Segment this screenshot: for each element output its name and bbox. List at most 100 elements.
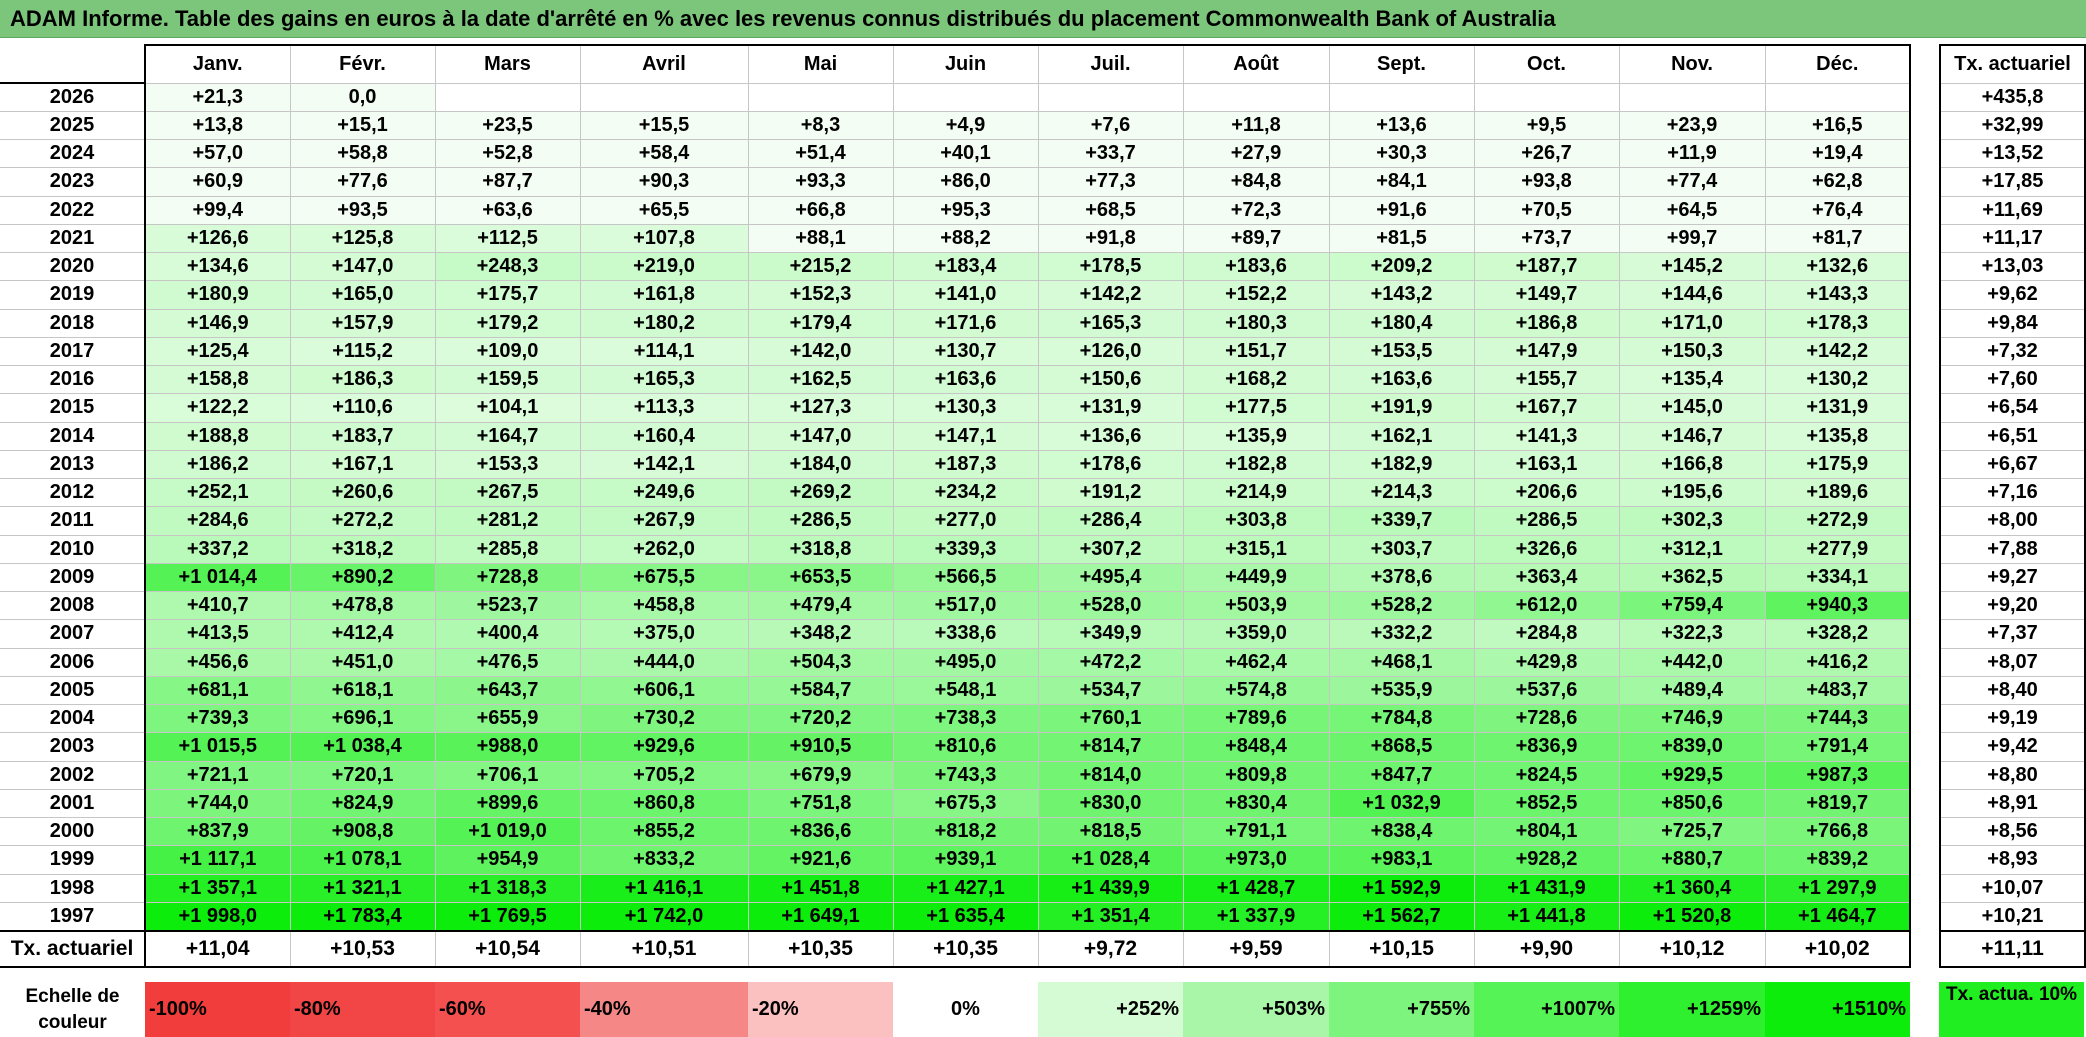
table-row: 2009 +1 014,4 +890,2 +728,8 +675,5 +653,5 +566… bbox=[0, 562, 1911, 593]
gain-cell: +153,5 bbox=[1328, 336, 1475, 367]
gain-cell: +1 357,1 bbox=[144, 873, 291, 903]
month-header: Avril bbox=[579, 44, 749, 84]
gain-cell: +836,9 bbox=[1473, 732, 1620, 762]
gain-cell: +706,1 bbox=[434, 760, 581, 790]
gain-cell: +126,0 bbox=[1037, 336, 1184, 367]
gain-cell: +730,2 bbox=[579, 703, 749, 734]
gain-cell: +988,0 bbox=[434, 732, 581, 762]
gain-cell: +163,1 bbox=[1473, 449, 1620, 480]
month-header: Janv. bbox=[144, 44, 291, 84]
gain-cell: +184,0 bbox=[747, 449, 894, 480]
table-row: 2011 +284,6 +272,2 +281,2 +267,9 +286,5 +277,0… bbox=[0, 506, 1911, 536]
actuarial-cell: +13,03 bbox=[1939, 251, 2086, 282]
total-cell: +10,12 bbox=[1618, 929, 1766, 968]
total-cell: +9,59 bbox=[1182, 929, 1330, 968]
gain-cell: +349,9 bbox=[1037, 619, 1184, 649]
gain-cell: +72,3 bbox=[1182, 195, 1330, 225]
gain-cell: +574,8 bbox=[1182, 675, 1330, 706]
gain-cell: +21,3 bbox=[144, 82, 291, 112]
gain-cell: +1 464,7 bbox=[1764, 901, 1911, 932]
gain-cell: +143,2 bbox=[1328, 280, 1475, 310]
actuarial-header-row: Tx. actuariel bbox=[1939, 44, 2086, 84]
actuarial-row: +8,40 bbox=[1939, 675, 2086, 706]
gain-cell: +8,3 bbox=[747, 110, 894, 141]
actuarial-total-cell: +11,11 bbox=[1939, 929, 2086, 968]
gain-cell: +126,6 bbox=[144, 223, 291, 254]
gain-cell bbox=[892, 82, 1039, 112]
actuarial-header: Tx. actuariel bbox=[1939, 44, 2086, 84]
actuarial-cell: +9,27 bbox=[1939, 562, 2086, 593]
gain-cell: +64,5 bbox=[1618, 195, 1766, 225]
actuarial-cell: +32,99 bbox=[1939, 110, 2086, 141]
gain-cell: +73,7 bbox=[1473, 223, 1620, 254]
gain-cell: +744,0 bbox=[144, 788, 291, 819]
gain-cell: +890,2 bbox=[289, 562, 436, 593]
gain-cell: +142,2 bbox=[1764, 336, 1911, 367]
gain-cell: +260,6 bbox=[289, 477, 436, 508]
table-row: 2017 +125,4 +115,2 +109,0 +114,1 +142,0 +130,7… bbox=[0, 336, 1911, 367]
gain-cell: +928,2 bbox=[1473, 845, 1620, 875]
gain-cell: +51,4 bbox=[747, 138, 894, 169]
gain-cell: +606,1 bbox=[579, 675, 749, 706]
gain-cell: +328,2 bbox=[1764, 619, 1911, 649]
actuarial-cell: +7,37 bbox=[1939, 619, 2086, 649]
gain-cell: +338,6 bbox=[892, 619, 1039, 649]
gain-cell: +1 360,4 bbox=[1618, 873, 1766, 903]
gain-cell: +186,3 bbox=[289, 364, 436, 395]
actuarial-cell: +10,21 bbox=[1939, 901, 2086, 932]
year-label: 2021 bbox=[0, 223, 146, 254]
month-header: Août bbox=[1182, 44, 1330, 84]
gain-cell: +472,2 bbox=[1037, 647, 1184, 677]
gain-cell: +179,4 bbox=[747, 308, 894, 338]
gain-cell: +833,2 bbox=[579, 845, 749, 875]
gain-cell: +114,1 bbox=[579, 336, 749, 367]
table-row: 2005 +681,1 +618,1 +643,7 +606,1 +584,7 +548,1… bbox=[0, 675, 1911, 706]
actuarial-cell: +9,84 bbox=[1939, 308, 2086, 338]
gain-cell: +87,7 bbox=[434, 167, 581, 197]
gain-cell: +65,5 bbox=[579, 195, 749, 225]
gain-cell: +175,7 bbox=[434, 280, 581, 310]
actuarial-row: +9,27 bbox=[1939, 562, 2086, 593]
gain-cell: +162,1 bbox=[1328, 421, 1475, 451]
gain-cell: +939,1 bbox=[892, 845, 1039, 875]
gain-cell: +77,4 bbox=[1618, 167, 1766, 197]
gain-cell: +655,9 bbox=[434, 703, 581, 734]
gain-cell: +149,7 bbox=[1473, 280, 1620, 310]
gain-cell: +363,4 bbox=[1473, 562, 1620, 593]
actuarial-row: +11,17 bbox=[1939, 223, 2086, 254]
gain-cell: +146,9 bbox=[144, 308, 291, 338]
gain-cell: +150,3 bbox=[1618, 336, 1766, 367]
actuarial-row: +8,00 bbox=[1939, 506, 2086, 536]
year-label: 1998 bbox=[0, 873, 146, 903]
gain-cell: +142,1 bbox=[579, 449, 749, 480]
gain-cell: +143,3 bbox=[1764, 280, 1911, 310]
gain-cell: +188,8 bbox=[144, 421, 291, 451]
gain-cell: +1 038,4 bbox=[289, 732, 436, 762]
actuarial-row: +32,99 bbox=[1939, 110, 2086, 141]
gain-cell: +804,1 bbox=[1473, 816, 1620, 847]
gain-cell: +131,9 bbox=[1764, 393, 1911, 423]
gain-cell: +13,8 bbox=[144, 110, 291, 141]
gain-cell: +1 117,1 bbox=[144, 845, 291, 875]
gain-cell: +150,6 bbox=[1037, 364, 1184, 395]
gain-cell: +135,4 bbox=[1618, 364, 1766, 395]
gain-cell: +679,9 bbox=[747, 760, 894, 790]
gain-cell bbox=[579, 82, 749, 112]
gain-cell: +27,9 bbox=[1182, 138, 1330, 169]
gain-cell: +130,3 bbox=[892, 393, 1039, 423]
total-cell: +10,53 bbox=[289, 929, 436, 968]
gain-cell: +248,3 bbox=[434, 251, 581, 282]
year-label: 2023 bbox=[0, 167, 146, 197]
gain-cell: +99,7 bbox=[1618, 223, 1766, 254]
gain-cell: +1 441,8 bbox=[1473, 901, 1620, 932]
gain-cell: +987,3 bbox=[1764, 760, 1911, 790]
year-label: 2012 bbox=[0, 477, 146, 508]
gain-cell: +1 649,1 bbox=[747, 901, 894, 932]
gain-cell: +534,7 bbox=[1037, 675, 1184, 706]
gain-cell: +183,4 bbox=[892, 251, 1039, 282]
gain-cell: +130,7 bbox=[892, 336, 1039, 367]
total-cell: +10,51 bbox=[579, 929, 749, 968]
gain-cell: +215,2 bbox=[747, 251, 894, 282]
color-scale: Echelle de couleur -100% -80% -60% -40% -20% 0… bbox=[0, 982, 1910, 1037]
actuarial-cell: +8,07 bbox=[1939, 647, 2086, 677]
